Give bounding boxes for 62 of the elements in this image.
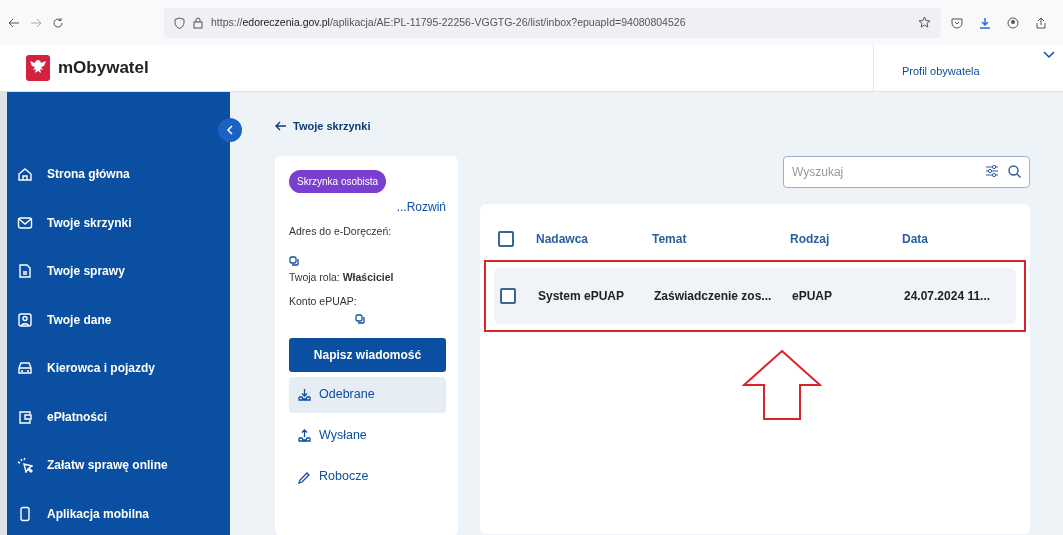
chevron-down-icon[interactable] bbox=[1043, 51, 1055, 59]
mailbox-type-badge: Skrzynka osobista bbox=[289, 170, 387, 194]
sidebar-item[interactable]: Strona główna bbox=[7, 150, 230, 199]
table-cell-text: ePUAP bbox=[792, 288, 833, 306]
table-cell-text: 24.07.2024 11... bbox=[904, 288, 992, 306]
account-icon[interactable] bbox=[1007, 16, 1019, 29]
share-icon[interactable] bbox=[1035, 16, 1047, 29]
phone-icon bbox=[17, 505, 33, 522]
folder-tab[interactable]: Robocze bbox=[289, 458, 446, 495]
column-header[interactable]: Rodzaj bbox=[790, 230, 902, 249]
table-cell-text: Zaświadczenie zos... bbox=[654, 288, 773, 306]
person-icon bbox=[17, 311, 33, 328]
tray-upload-icon bbox=[297, 428, 312, 443]
sidebar-item[interactable]: ePłatności bbox=[7, 392, 230, 441]
sidebar-item[interactable]: Kierowca i pojazdy bbox=[7, 344, 230, 393]
reload-icon[interactable] bbox=[52, 16, 64, 29]
copy-icon[interactable] bbox=[355, 313, 365, 324]
sidebar-item[interactable]: Twoje sprawy bbox=[7, 247, 230, 296]
download-icon[interactable] bbox=[979, 16, 991, 29]
lock-icon bbox=[193, 16, 203, 29]
back-icon[interactable] bbox=[8, 16, 20, 29]
back-link[interactable]: Twoje skrzynki bbox=[275, 118, 371, 135]
pocket-icon[interactable] bbox=[951, 16, 963, 29]
role-text: Twoja rola: Właściciel bbox=[289, 270, 395, 285]
table-cell-text: System ePUAP bbox=[537, 288, 626, 306]
envelope-icon bbox=[17, 214, 33, 231]
sidebar-item[interactable]: Aplikacja mobilna bbox=[7, 489, 230, 535]
cursor-icon bbox=[17, 457, 33, 474]
folder-tab[interactable]: Wysłane bbox=[289, 417, 446, 454]
column-header[interactable]: Temat bbox=[652, 230, 790, 249]
column-header[interactable]: Nadawca bbox=[514, 230, 652, 249]
message-row[interactable]: System ePUAP Zaświadczenie zos... ePUAP 24.07.2024 11... bbox=[494, 268, 1016, 325]
copy-icon[interactable] bbox=[289, 256, 299, 266]
epuap-account-label: Konto ePUAP: bbox=[289, 293, 358, 309]
chevron-left-icon bbox=[226, 125, 234, 135]
eagle-emblem-icon bbox=[26, 55, 50, 81]
filter-icon[interactable] bbox=[985, 165, 999, 178]
car-icon bbox=[17, 360, 33, 377]
checkbox[interactable] bbox=[498, 231, 514, 248]
sidebar-item[interactable]: Załatw sprawę online bbox=[7, 441, 230, 490]
sidebar-item[interactable]: Twoje dane bbox=[7, 295, 230, 344]
write-message-button[interactable]: Napisz wiadomość bbox=[289, 337, 446, 372]
shield-icon bbox=[174, 16, 185, 29]
checkbox[interactable] bbox=[500, 288, 516, 305]
app-logo-text[interactable]: mObywatel bbox=[58, 55, 149, 81]
folder-tab[interactable]: Odebrane bbox=[289, 376, 446, 413]
search-field[interactable]: Wyszukaj bbox=[783, 156, 1030, 189]
collapse-button[interactable] bbox=[218, 118, 242, 142]
address-bar[interactable]: https://edoreczenia.gov.pl/aplikacja/AE:PL-11795-22256-VGGTG-26/list/inbox?epuapId=94080804526 bbox=[164, 7, 941, 38]
sidebar-item[interactable]: Twoje skrzynki bbox=[7, 198, 230, 247]
column-header[interactable]: Data bbox=[902, 230, 1026, 249]
profile-link[interactable]: Profil obywatela bbox=[902, 62, 980, 79]
home-icon bbox=[17, 166, 33, 183]
arrow-left-icon bbox=[275, 121, 287, 132]
url-text: https://edoreczenia.gov.pl/aplikacja/AE:PL-11795-22256-VGGTG-26/list/inbox?epuapId=94080804526 bbox=[211, 14, 686, 30]
address-label: Adres do e-Doręczeń: bbox=[289, 224, 393, 240]
expand-link[interactable]: ...Rozwiń bbox=[289, 198, 446, 217]
wallet-icon bbox=[17, 408, 33, 425]
document-icon bbox=[17, 263, 33, 280]
tray-download-icon bbox=[297, 387, 312, 402]
star-icon[interactable] bbox=[918, 16, 931, 29]
search-icon[interactable] bbox=[1008, 165, 1021, 179]
